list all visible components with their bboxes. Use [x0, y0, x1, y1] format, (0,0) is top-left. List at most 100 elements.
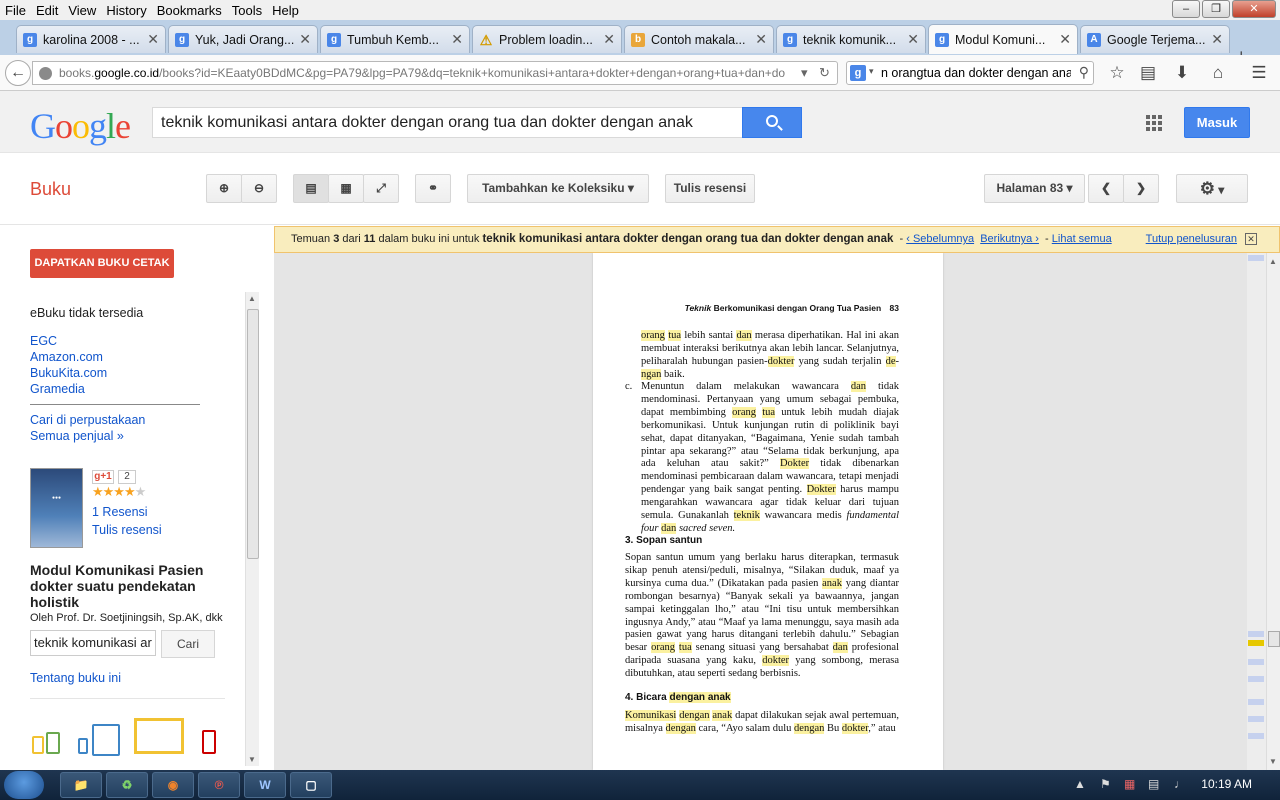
google-search-input[interactable]: teknik komunikasi antara dokter dengan o… [152, 107, 743, 138]
zoom-out-button[interactable]: ⊖ [241, 174, 277, 203]
clock[interactable]: 10:19 AM [1201, 777, 1252, 791]
result-marker[interactable] [1248, 659, 1264, 665]
close-tab-icon[interactable]: ✕ [299, 31, 311, 48]
acrobat-taskbar-icon[interactable]: ℗ [198, 772, 240, 798]
minimize-icon[interactable]: – [1172, 0, 1200, 18]
menu-tools[interactable]: Tools [227, 3, 267, 18]
menu-file[interactable]: File [0, 3, 31, 18]
menu-edit[interactable]: Edit [31, 3, 63, 18]
explorer-taskbar-icon[interactable]: 📁 [60, 772, 102, 798]
in-book-search-input[interactable]: teknik komunikasi ar [30, 630, 156, 656]
all-sellers-link[interactable]: Semua penjual » [30, 429, 124, 443]
close-tab-icon[interactable]: ✕ [907, 31, 919, 48]
about-book-link[interactable]: Tentang buku ini [30, 671, 121, 685]
single-page-view-button[interactable]: ▤ [293, 174, 329, 203]
scrollbar-thumb[interactable] [1268, 631, 1280, 647]
two-page-view-button[interactable]: ▦ [328, 174, 364, 203]
scrollbar-track[interactable]: ▲ ▼ [1266, 253, 1280, 770]
tab-modul-komunikasi[interactable]: g Modul Komuni... ✕ [928, 24, 1078, 54]
store-link-bukukita[interactable]: BukuKita.com [30, 366, 107, 380]
sign-in-button[interactable]: Masuk [1184, 107, 1250, 138]
next-page-button[interactable]: ❯ [1123, 174, 1159, 203]
tab-problem-loading[interactable]: ⚠ Problem loadin... ✕ [472, 25, 622, 53]
result-marker[interactable] [1248, 733, 1264, 739]
close-tab-icon[interactable]: ✕ [1059, 31, 1071, 48]
bookmark-star-icon[interactable]: ☆ [1106, 63, 1128, 83]
battery-icon[interactable]: ▦ [1124, 777, 1135, 791]
tab-contoh-makalah[interactable]: b Contoh makala... ✕ [624, 25, 774, 53]
url-bar[interactable]: books.google.co.id/books?id=KEaaty0BDdMC… [32, 61, 838, 85]
link-button[interactable]: ⚭ [415, 174, 451, 203]
next-result-link[interactable]: Berikutnya › [980, 233, 1039, 245]
chevron-down-icon[interactable]: ▾ [869, 66, 874, 77]
close-search-link[interactable]: Tutup penelusuran [1146, 227, 1237, 252]
add-to-collection-button[interactable]: Tambahkan ke Koleksiku ▾ [467, 174, 649, 203]
prev-result-link[interactable]: ‹ Sebelumnya [906, 233, 974, 245]
write-review-button[interactable]: Tulis resensi [665, 174, 755, 203]
scrollbar-thumb[interactable] [247, 309, 259, 559]
close-tab-icon[interactable]: ✕ [451, 31, 463, 48]
in-book-search-button[interactable]: Cari [161, 630, 215, 658]
browser-search-bar[interactable]: g ▾ n orangtua dan dokter dengan anak ⚲ [846, 61, 1094, 85]
app-taskbar-icon[interactable]: ♻ [106, 772, 148, 798]
result-marker[interactable] [1248, 676, 1264, 682]
tab-tumbuh[interactable]: g Tumbuh Kemb... ✕ [320, 25, 470, 53]
fullscreen-button[interactable]: ⤢ [363, 174, 399, 203]
tab-google-terjemahan[interactable]: A Google Terjema... ✕ [1080, 25, 1230, 53]
scroll-down-icon[interactable]: ▼ [1269, 757, 1277, 766]
close-icon[interactable]: ✕ [1245, 233, 1257, 245]
word-taskbar-icon[interactable]: W [244, 772, 286, 798]
result-marker[interactable] [1248, 631, 1264, 637]
close-tab-icon[interactable]: ✕ [603, 31, 615, 48]
tab-yuk-jadi[interactable]: g Yuk, Jadi Orang... ✕ [168, 25, 318, 53]
volume-icon[interactable]: ♩ [1174, 777, 1186, 791]
book-cover-image[interactable]: ●●● [30, 468, 83, 548]
scroll-up-icon[interactable]: ▲ [1269, 257, 1277, 266]
google-logo[interactable]: Google [30, 105, 131, 147]
store-link-egc[interactable]: EGC [30, 334, 57, 348]
result-marker[interactable] [1248, 716, 1264, 722]
library-link[interactable]: Cari di perpustakaan [30, 413, 145, 427]
close-tab-icon[interactable]: ✕ [1211, 31, 1223, 48]
result-marker[interactable] [1248, 255, 1264, 261]
tab-teknik-komunikasi[interactable]: g teknik komunik... ✕ [776, 25, 926, 53]
back-icon[interactable]: ← [5, 60, 31, 86]
write-review-link[interactable]: Tulis resensi [92, 523, 162, 537]
store-link-gramedia[interactable]: Gramedia [30, 382, 85, 396]
dropdown-icon[interactable]: ▾ [801, 65, 808, 81]
viewer-scrollbar[interactable]: ▲ ▼ [1247, 253, 1280, 770]
close-tab-icon[interactable]: ✕ [755, 31, 767, 48]
download-icon[interactable]: ⬇ [1171, 63, 1193, 83]
tray-expand-icon[interactable]: ▲ [1074, 777, 1086, 791]
start-button[interactable] [4, 771, 44, 799]
apps-grid-icon[interactable] [1146, 115, 1162, 131]
reviews-link[interactable]: 1 Resensi [92, 505, 148, 519]
reading-list-icon[interactable]: ▤ [1137, 63, 1159, 83]
store-link-amazon[interactable]: Amazon.com [30, 350, 103, 364]
current-result-marker[interactable] [1248, 640, 1264, 646]
url-text[interactable]: books.google.co.id/books?id=KEaaty0BDdMC… [59, 66, 799, 80]
maximize-icon[interactable]: ❐ [1202, 0, 1230, 18]
firefox-taskbar-icon[interactable]: ◉ [152, 772, 194, 798]
book-viewer[interactable]: Teknik Berkomunikasi dengan Orang Tua Pa… [274, 253, 1280, 770]
window-taskbar-icon[interactable]: ▢ [290, 772, 332, 798]
zoom-in-button[interactable]: ⊕ [206, 174, 242, 203]
reload-icon[interactable]: ↻ [819, 65, 830, 81]
scroll-up-icon[interactable]: ▲ [248, 294, 256, 303]
left-panel-scrollbar[interactable]: ▲ ▼ [245, 292, 259, 766]
tab-karolina[interactable]: g karolina 2008 - ... ✕ [16, 25, 166, 53]
page-select[interactable]: Halaman 83 ▾ [984, 174, 1085, 203]
search-engine-icon[interactable]: g [850, 65, 866, 81]
google-search-button[interactable] [742, 107, 802, 138]
menu-icon[interactable]: ☰ [1248, 63, 1270, 83]
result-marker[interactable] [1248, 699, 1264, 705]
browser-search-input[interactable]: n orangtua dan dokter dengan anak [881, 66, 1071, 80]
home-icon[interactable]: ⌂ [1207, 63, 1229, 83]
settings-button[interactable]: ⚙ ▾ [1176, 174, 1248, 203]
see-all-link[interactable]: Lihat semua [1052, 233, 1112, 245]
scroll-down-icon[interactable]: ▼ [248, 755, 256, 764]
gplus-button[interactable]: g+1 [92, 470, 114, 484]
search-icon[interactable]: ⚲ [1079, 64, 1089, 81]
menu-view[interactable]: View [63, 3, 101, 18]
flag-icon[interactable]: ⚑ [1100, 777, 1111, 791]
